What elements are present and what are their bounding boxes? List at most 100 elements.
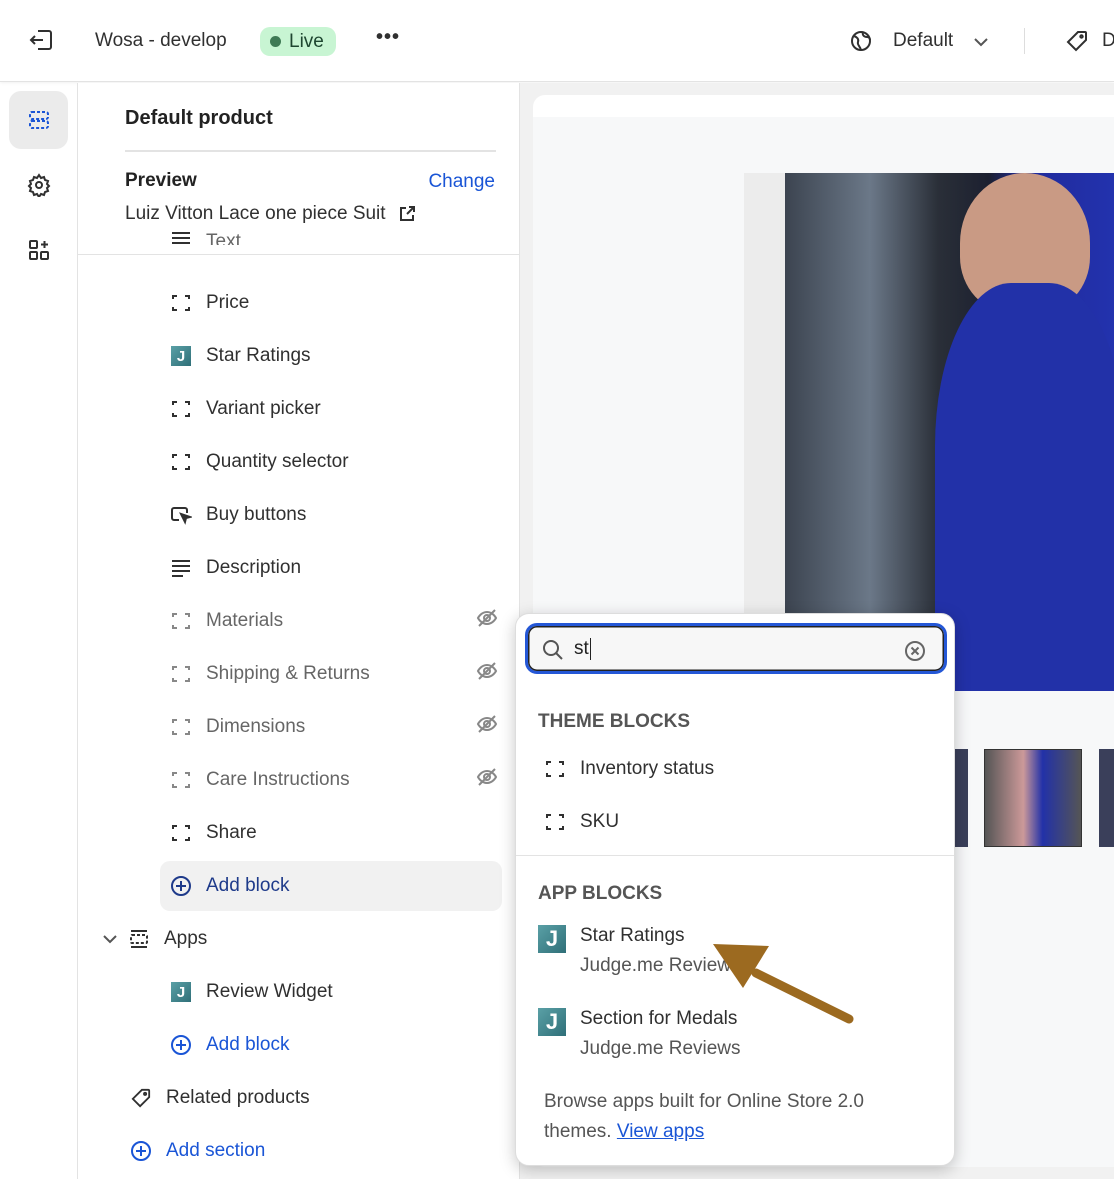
- theme-block-item[interactable]: Inventory status: [542, 744, 714, 794]
- block-icon: [168, 823, 194, 843]
- section-icon: [130, 930, 148, 948]
- settings-button[interactable]: [9, 156, 68, 214]
- add-block-button[interactable]: Add block: [160, 861, 502, 911]
- store-name: Wosa - develop: [95, 30, 227, 51]
- review-widget-item[interactable]: J Review Widget: [168, 967, 333, 1017]
- block-label: Buy buttons: [206, 504, 307, 525]
- block-item[interactable]: Description: [168, 543, 498, 593]
- block-label: Price: [206, 292, 250, 313]
- sections-button[interactable]: [9, 91, 68, 149]
- page-title: Default product: [125, 107, 273, 129]
- block-icon: [168, 664, 194, 684]
- block-icon: [168, 452, 194, 472]
- block-label: Shipping & Returns: [206, 663, 370, 684]
- search-icon: [543, 640, 563, 660]
- status-badge: Live: [260, 27, 336, 56]
- view-apps-link[interactable]: View apps: [617, 1121, 704, 1142]
- judgeme-icon: J: [171, 982, 191, 1002]
- apps-section[interactable]: Apps: [102, 914, 207, 964]
- block-icon: [542, 759, 568, 779]
- eye-slash-icon[interactable]: [476, 608, 498, 634]
- block-label: Care Instructions: [206, 769, 350, 790]
- exit-icon[interactable]: [28, 28, 54, 57]
- change-link[interactable]: Change: [428, 171, 495, 193]
- add-block-label: Add block: [206, 1034, 290, 1055]
- language-select[interactable]: Default: [893, 30, 953, 52]
- block-label: Star Ratings: [206, 345, 311, 366]
- block-item[interactable]: Price: [168, 278, 498, 328]
- text-lines-icon: [168, 559, 194, 577]
- chevron-down-icon[interactable]: [973, 34, 989, 52]
- annotation-arrow-icon: [713, 944, 854, 1024]
- thumbnail[interactable]: [1099, 749, 1114, 847]
- template-select[interactable]: D: [1102, 30, 1114, 52]
- cursor-click-icon: [168, 505, 194, 525]
- block-item[interactable]: Materials: [168, 596, 498, 646]
- theme-block-item[interactable]: SKU: [542, 797, 619, 847]
- browse-apps-text: Browse apps built for Online Store 2.0 t…: [544, 1087, 924, 1147]
- add-block-popover: st THEME BLOCKS Inventory status SKU APP…: [515, 613, 955, 1166]
- sections-panel: Default product Preview Change Luiz Vitt…: [78, 83, 520, 1179]
- plus-circle-icon: [168, 875, 194, 897]
- related-products-section[interactable]: Related products: [128, 1073, 310, 1123]
- eye-slash-icon[interactable]: [476, 661, 498, 687]
- plus-circle-icon: [128, 1140, 154, 1162]
- add-apps-icon: [28, 240, 49, 260]
- block-item[interactable]: Quantity selector: [168, 437, 498, 487]
- external-link-icon: [399, 206, 415, 221]
- plus-circle-icon: [168, 1034, 194, 1056]
- thumbnail[interactable]: [984, 749, 1082, 847]
- more-button[interactable]: •••: [376, 26, 400, 49]
- block-label: Text: [206, 231, 241, 252]
- block-icon: [542, 812, 568, 832]
- block-icon: [168, 293, 194, 313]
- block-icon: [168, 611, 194, 631]
- tag-icon: [1066, 30, 1088, 57]
- review-widget-label: Review Widget: [206, 981, 333, 1002]
- block-icon: [168, 717, 194, 737]
- eye-slash-icon[interactable]: [476, 767, 498, 793]
- add-section-button[interactable]: Add section: [128, 1126, 265, 1176]
- apps-label: Apps: [164, 928, 208, 949]
- divider: [516, 855, 954, 856]
- clear-icon[interactable]: [904, 640, 926, 662]
- block-item[interactable]: J Star Ratings: [168, 331, 498, 381]
- eye-slash-icon[interactable]: [476, 714, 498, 740]
- block-search-input[interactable]: st: [525, 623, 947, 674]
- apps-add-block-button[interactable]: Add block: [168, 1020, 289, 1070]
- preview-product[interactable]: Luiz Vitton Lace one piece Suit: [125, 203, 416, 225]
- status-text: Live: [289, 30, 324, 52]
- block-label: Description: [206, 557, 302, 578]
- app-block-source: Judge.me Reviews: [580, 1038, 741, 1059]
- theme-blocks-heading: THEME BLOCKS: [538, 711, 690, 732]
- search-value: st: [574, 638, 591, 660]
- block-item[interactable]: Share: [168, 808, 498, 858]
- block-label: Inventory status: [580, 758, 715, 779]
- app-blocks-heading: APP BLOCKS: [538, 883, 663, 904]
- block-icon: [168, 399, 194, 419]
- block-label: Share: [206, 822, 257, 843]
- judgeme-icon: J: [168, 346, 194, 366]
- divider: [78, 254, 519, 255]
- apps-button[interactable]: [9, 221, 68, 279]
- product-name: Luiz Vitton Lace one piece Suit: [125, 203, 386, 224]
- gear-icon: [27, 173, 50, 197]
- block-item[interactable]: Dimensions: [168, 702, 498, 752]
- judgeme-icon: J: [171, 346, 191, 366]
- chevron-down-icon: [103, 935, 117, 944]
- top-bar: Wosa - develop Live ••• Default D: [0, 0, 1114, 82]
- block-item[interactable]: Buy buttons: [168, 490, 498, 540]
- block-item[interactable]: Care Instructions: [168, 755, 498, 805]
- judgeme-icon: J: [538, 925, 566, 953]
- block-item[interactable]: Shipping & Returns: [168, 649, 498, 699]
- block-item-text[interactable]: Text: [168, 231, 241, 252]
- block-label: Quantity selector: [206, 451, 349, 472]
- sidebar-rail: [0, 83, 78, 1179]
- tag-icon: [128, 1088, 154, 1108]
- related-products-label: Related products: [166, 1087, 310, 1108]
- divider: [1024, 28, 1025, 54]
- block-label: Dimensions: [206, 716, 306, 737]
- add-section-label: Add section: [166, 1140, 266, 1161]
- block-item[interactable]: Variant picker: [168, 384, 498, 434]
- preview-label: Preview: [125, 170, 197, 191]
